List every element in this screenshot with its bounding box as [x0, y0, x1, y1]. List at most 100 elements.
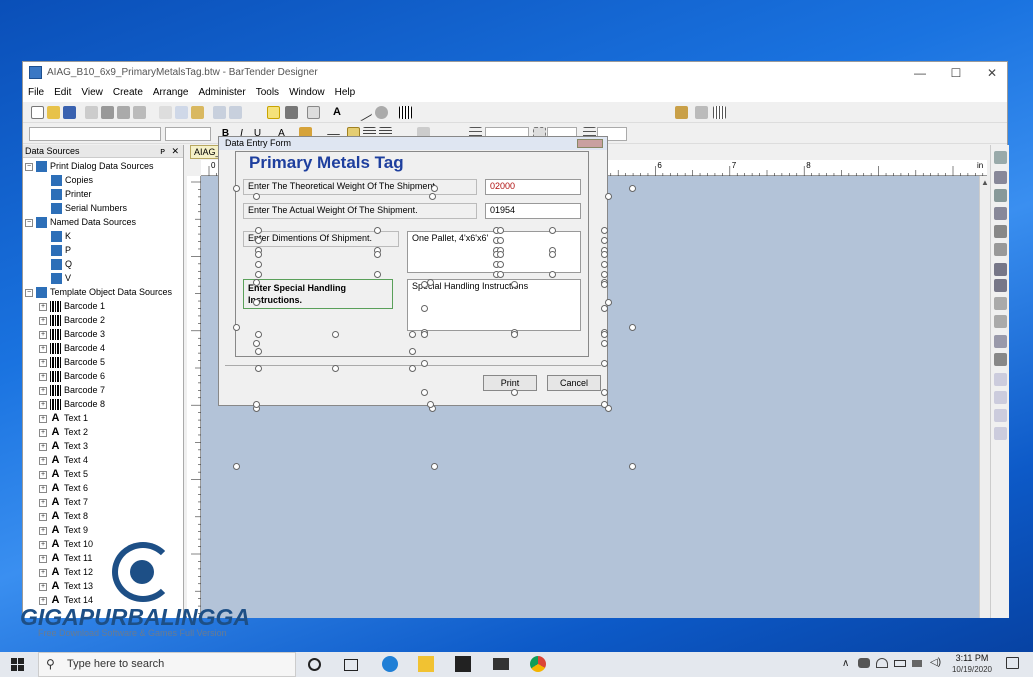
selection-handle[interactable] — [601, 281, 608, 288]
tree-object-item[interactable]: + Barcode 3 — [39, 327, 105, 341]
selection-handle[interactable] — [421, 281, 428, 288]
select-pointer-icon[interactable] — [267, 106, 280, 119]
selection-handle[interactable] — [253, 401, 260, 408]
clock-date[interactable]: 10/19/2020 — [948, 665, 996, 674]
expand-icon[interactable]: + — [39, 330, 47, 339]
selection-handle[interactable] — [421, 360, 428, 367]
tree-group-1[interactable]: − Named Data Sources — [25, 215, 136, 229]
actual-weight-input[interactable]: 01954 — [485, 203, 581, 219]
tree-object-item[interactable]: + A Text 5 — [39, 467, 88, 481]
selection-handle[interactable] — [427, 401, 434, 408]
same-size-icon[interactable] — [994, 297, 1007, 310]
tray-chevron-icon[interactable]: ∧ — [842, 658, 849, 669]
tree-group-2[interactable]: − Template Object Data Sources — [25, 285, 172, 299]
menu-file[interactable]: File — [23, 84, 49, 102]
tree-item[interactable]: Q — [51, 257, 72, 271]
print-preview-icon[interactable] — [85, 106, 98, 119]
redo-icon[interactable] — [229, 106, 242, 119]
selection-handle[interactable] — [253, 340, 260, 347]
battery-icon[interactable] — [894, 660, 906, 667]
selection-handle[interactable] — [601, 331, 608, 338]
selection-handle[interactable] — [421, 331, 428, 338]
line-tool-icon[interactable] — [354, 103, 373, 122]
tree-object-item[interactable]: + A Text 10 — [39, 537, 93, 551]
menu-arrange[interactable]: Arrange — [148, 84, 194, 102]
bring-front-icon[interactable] — [994, 373, 1007, 386]
selection-handle[interactable] — [549, 227, 556, 234]
selection-handle[interactable] — [374, 227, 381, 234]
printer-setup-icon[interactable] — [117, 106, 130, 119]
barcode-tool-icon[interactable] — [399, 106, 412, 119]
copy-icon[interactable] — [175, 106, 188, 119]
page-setup-icon[interactable] — [133, 106, 146, 119]
tree-object-item[interactable]: + A Text 7 — [39, 495, 88, 509]
selection-handle[interactable] — [253, 193, 260, 200]
tree-object-item[interactable]: + A Text 11 — [39, 551, 92, 565]
new-icon[interactable] — [31, 106, 44, 119]
expand-icon[interactable]: + — [39, 344, 47, 353]
expand-icon[interactable]: + — [39, 498, 47, 507]
selection-handle[interactable] — [601, 251, 608, 258]
menu-view[interactable]: View — [76, 84, 108, 102]
selection-handle[interactable] — [601, 389, 608, 396]
ungroup-icon[interactable] — [994, 353, 1007, 366]
selection-handle[interactable] — [421, 305, 428, 312]
edge-icon[interactable] — [382, 656, 398, 672]
selection-handle[interactable] — [601, 261, 608, 268]
selection-handle[interactable] — [421, 389, 428, 396]
chrome-icon[interactable] — [530, 656, 546, 672]
selection-handle[interactable] — [601, 401, 608, 408]
selection-handle[interactable] — [233, 324, 240, 331]
volume-icon[interactable]: ◁) — [930, 657, 941, 668]
tree-object-item[interactable]: + Barcode 1 — [39, 299, 105, 313]
rotate-icon[interactable] — [994, 427, 1007, 440]
selection-handle[interactable] — [629, 463, 636, 470]
expand-icon[interactable]: + — [39, 372, 47, 381]
expand-icon[interactable]: + — [39, 428, 47, 437]
cut-icon[interactable] — [159, 106, 172, 119]
expand-icon[interactable]: + — [39, 316, 47, 325]
selection-handle[interactable] — [511, 389, 518, 396]
menu-help[interactable]: Help — [330, 84, 361, 102]
taskbar-search-input[interactable]: Type here to search — [38, 652, 296, 677]
paste-icon[interactable] — [191, 106, 204, 119]
notifications-icon[interactable] — [1006, 657, 1019, 669]
tree-item[interactable]: P — [51, 243, 71, 257]
tree-item[interactable]: Serial Numbers — [51, 201, 127, 215]
onedrive-icon[interactable] — [876, 658, 888, 668]
selection-handle[interactable] — [601, 360, 608, 367]
start-button-icon[interactable] — [11, 658, 24, 671]
tree-object-item[interactable]: + Barcode 8 — [39, 397, 105, 411]
expand-icon[interactable]: + — [39, 400, 47, 409]
selection-handle[interactable] — [253, 299, 260, 306]
form-close-icon[interactable] — [577, 139, 603, 148]
tree-item[interactable]: Printer — [51, 187, 92, 201]
selection-handle[interactable] — [605, 193, 612, 200]
selection-handle[interactable] — [497, 237, 504, 244]
expand-icon[interactable]: + — [39, 484, 47, 493]
menu-tools[interactable]: Tools — [251, 84, 284, 102]
cortana-icon[interactable] — [308, 658, 321, 671]
selection-handle[interactable] — [601, 305, 608, 312]
expand-icon[interactable]: + — [39, 568, 47, 577]
selection-handle[interactable] — [511, 281, 518, 288]
menu-administer[interactable]: Administer — [193, 84, 250, 102]
maximize-button[interactable]: ☐ — [941, 64, 971, 82]
cancel-button[interactable]: Cancel — [547, 375, 601, 391]
network-icon[interactable] — [912, 660, 922, 667]
menu-edit[interactable]: Edit — [49, 84, 76, 102]
tray-app-icon[interactable] — [858, 658, 870, 668]
selection-handle[interactable] — [255, 271, 262, 278]
space-evenly-icon[interactable] — [994, 243, 1007, 256]
selection-handle[interactable] — [431, 185, 438, 192]
selection-handle[interactable] — [409, 331, 416, 338]
align-bottom-icon[interactable] — [994, 189, 1007, 202]
selection-handle[interactable] — [497, 251, 504, 258]
tree-object-item[interactable]: + Barcode 2 — [39, 313, 105, 327]
selection-handle[interactable] — [255, 227, 262, 234]
selection-handle[interactable] — [255, 237, 262, 244]
table-tool-icon[interactable] — [307, 106, 320, 119]
selection-handle[interactable] — [629, 324, 636, 331]
expand-icon[interactable]: + — [39, 302, 47, 311]
tree-group-0[interactable]: − Print Dialog Data Sources — [25, 159, 154, 173]
